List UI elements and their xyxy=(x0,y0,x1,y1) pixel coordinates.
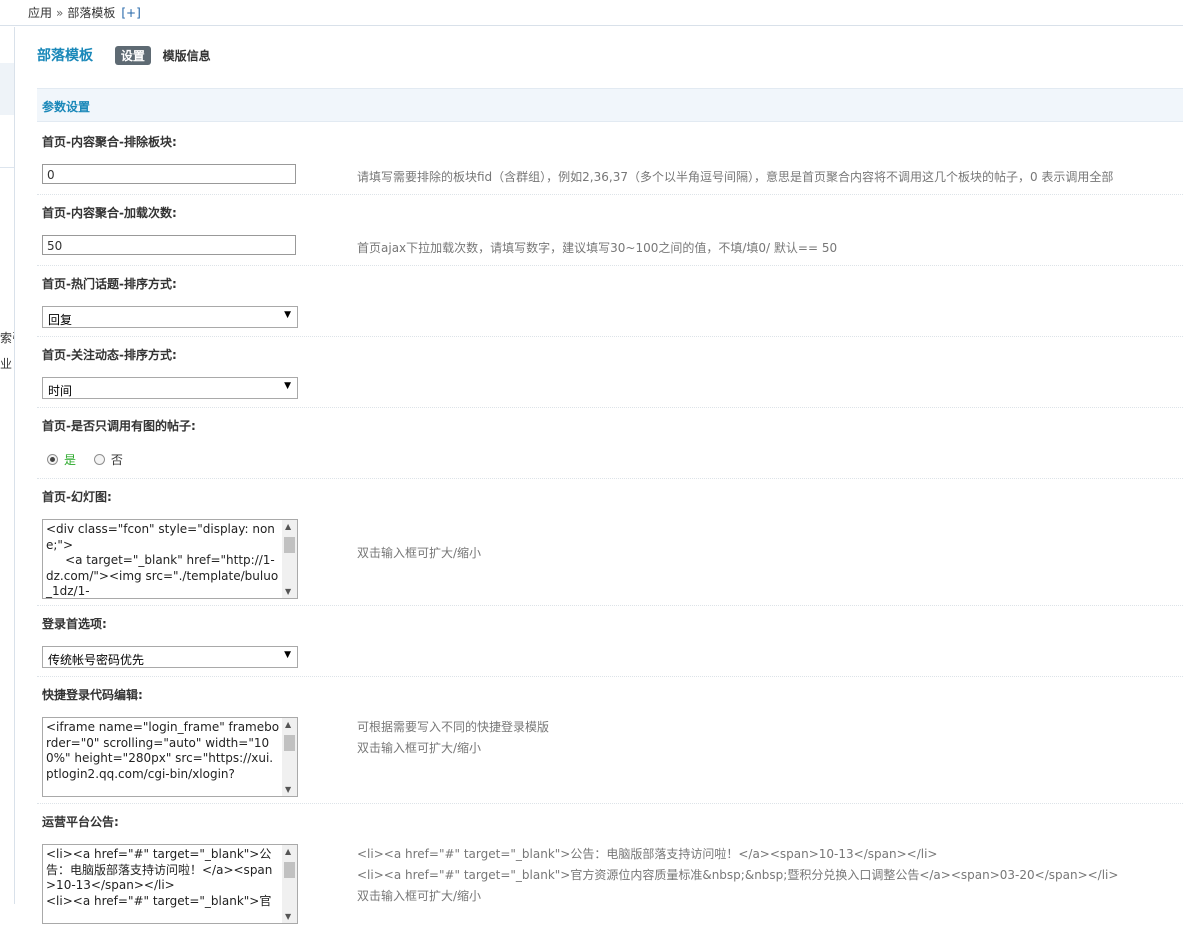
breadcrumb: 应用 » 部落模板 [+] xyxy=(0,0,1183,26)
load-times-input[interactable]: 50 xyxy=(42,235,296,255)
setting-hint: 可根据需要写入不同的快捷登录模版 xyxy=(357,720,550,734)
radio-yes[interactable] xyxy=(47,454,58,465)
scroll-thumb[interactable] xyxy=(284,862,295,878)
sidebar-item-cut-2[interactable]: 业 xyxy=(0,355,14,372)
setting-hints: <li><a href="#" target="_blank">公告：电脑版部落… xyxy=(357,844,1118,907)
setting-hint: 双击输入框可扩大/缩小 xyxy=(357,741,482,755)
setting-hint: 请填写需要排除的板块fid（含群组），例如2,36,37（多个以半角逗号间隔），… xyxy=(357,170,1114,184)
add-shortcut-link[interactable]: [+] xyxy=(121,6,140,20)
setting-label: 首页-内容聚合-加载次数: xyxy=(42,206,177,220)
dropdown-arrow-icon: ▼ xyxy=(284,381,291,391)
breadcrumb-current[interactable]: 部落模板 xyxy=(67,6,115,20)
radio-yes-label[interactable]: 是 xyxy=(64,453,76,467)
setting-row-load-times: 首页-内容聚合-加载次数: 50 首页ajax下拉加载次数，请填写数字，建议填写… xyxy=(37,194,1183,266)
scroll-thumb[interactable] xyxy=(284,735,295,751)
page-title: 部落模板 xyxy=(37,48,93,64)
scroll-thumb[interactable] xyxy=(284,537,295,553)
select-value: 回复 xyxy=(48,313,73,327)
follow-sort-select[interactable]: 时间 ▼ xyxy=(42,377,298,399)
page-header: 部落模板 设置 模版信息 xyxy=(37,45,211,65)
setting-row-follow-sort: 首页-关注动态-排序方式: 时间 ▼ xyxy=(37,336,1183,408)
setting-row-exclude-boards: 首页-内容聚合-排除板块: 0 请填写需要排除的板块fid（含群组），例如2,3… xyxy=(37,123,1183,195)
select-value: 时间 xyxy=(48,384,73,398)
textarea-scrollbar[interactable]: ▲ ▼ xyxy=(282,718,297,796)
setting-row-notices: 运营平台公告: <li><a href="#" target="_blank">… xyxy=(37,803,1183,943)
setting-row-quick-login: 快捷登录代码编辑: <iframe name="login_frame" fra… xyxy=(37,676,1183,804)
breadcrumb-root[interactable]: 应用 xyxy=(28,6,52,20)
setting-hints: 可根据需要写入不同的快捷登录模版 双击输入框可扩大/缩小 xyxy=(357,717,549,759)
textarea-content: <iframe name="login_frame" frameborder="… xyxy=(46,720,280,781)
radio-no-label[interactable]: 否 xyxy=(111,453,123,467)
notices-textarea[interactable]: <li><a href="#" target="_blank">公告：电脑版部落… xyxy=(42,844,298,924)
breadcrumb-separator: » xyxy=(56,6,64,20)
dropdown-arrow-icon: ▼ xyxy=(284,650,291,660)
left-sidebar: 索引 业 xyxy=(0,27,15,904)
section-title: 参数设置 xyxy=(37,88,1183,122)
hot-topic-sort-select[interactable]: 回复 ▼ xyxy=(42,306,298,328)
slideshow-textarea[interactable]: <div class="fcon" style="display: none;"… xyxy=(42,519,298,599)
setting-row-hot-topic-sort: 首页-热门话题-排序方式: 回复 ▼ xyxy=(37,265,1183,337)
textarea-scrollbar[interactable]: ▲ ▼ xyxy=(282,845,297,923)
setting-label: 首页-幻灯图: xyxy=(42,490,112,504)
radio-no[interactable] xyxy=(93,454,105,465)
sidebar-item-cut-1[interactable]: 索引 xyxy=(0,329,14,346)
scroll-down-icon[interactable]: ▼ xyxy=(285,785,291,794)
setting-label: 登录首选项: xyxy=(42,617,107,631)
image-only-radio-group: 是 否 xyxy=(47,451,123,468)
scroll-up-icon[interactable]: ▲ xyxy=(285,522,291,531)
setting-label: 首页-关注动态-排序方式: xyxy=(42,348,177,362)
setting-hint: <li><a href="#" target="_blank">官方资源位内容质… xyxy=(357,868,1119,882)
login-pref-select[interactable]: 传统帐号密码优先 ▼ xyxy=(42,646,298,668)
setting-label: 运营平台公告: xyxy=(42,815,119,829)
setting-label: 快捷登录代码编辑: xyxy=(42,688,143,702)
quick-login-textarea[interactable]: <iframe name="login_frame" frameborder="… xyxy=(42,717,298,797)
textarea-scrollbar[interactable]: ▲ ▼ xyxy=(282,520,297,598)
setting-hint: <li><a href="#" target="_blank">公告：电脑版部落… xyxy=(357,847,938,861)
setting-hint: 双击输入框可扩大/缩小 xyxy=(357,546,482,560)
setting-label: 首页-热门话题-排序方式: xyxy=(42,277,177,291)
exclude-boards-input[interactable]: 0 xyxy=(42,164,296,184)
setting-label: 首页-内容聚合-排除板块: xyxy=(42,135,177,149)
scroll-down-icon[interactable]: ▼ xyxy=(285,587,291,596)
setting-row-login-pref: 登录首选项: 传统帐号密码优先 ▼ xyxy=(37,605,1183,677)
scroll-up-icon[interactable]: ▲ xyxy=(285,847,291,856)
textarea-content: <li><a href="#" target="_blank">公告：电脑版部落… xyxy=(46,847,273,908)
setting-row-slideshow: 首页-幻灯图: <div class="fcon" style="display… xyxy=(37,478,1183,606)
setting-label: 首页-是否只调用有图的帖子: xyxy=(42,419,196,433)
dropdown-arrow-icon: ▼ xyxy=(284,310,291,320)
select-value: 传统帐号密码优先 xyxy=(48,653,145,667)
sidebar-divider xyxy=(0,167,14,168)
tab-settings[interactable]: 设置 xyxy=(114,45,151,65)
setting-hint: 首页ajax下拉加载次数，请填写数字，建议填写30~100之间的值，不填/填0/… xyxy=(357,241,838,255)
scroll-up-icon[interactable]: ▲ xyxy=(285,720,291,729)
scroll-down-icon[interactable]: ▼ xyxy=(285,912,291,921)
setting-row-image-only: 首页-是否只调用有图的帖子: 是 否 xyxy=(37,407,1183,479)
tab-template-info[interactable]: 模版信息 xyxy=(163,47,211,64)
sidebar-active-band xyxy=(0,63,14,115)
textarea-content: <div class="fcon" style="display: none;"… xyxy=(46,522,279,598)
